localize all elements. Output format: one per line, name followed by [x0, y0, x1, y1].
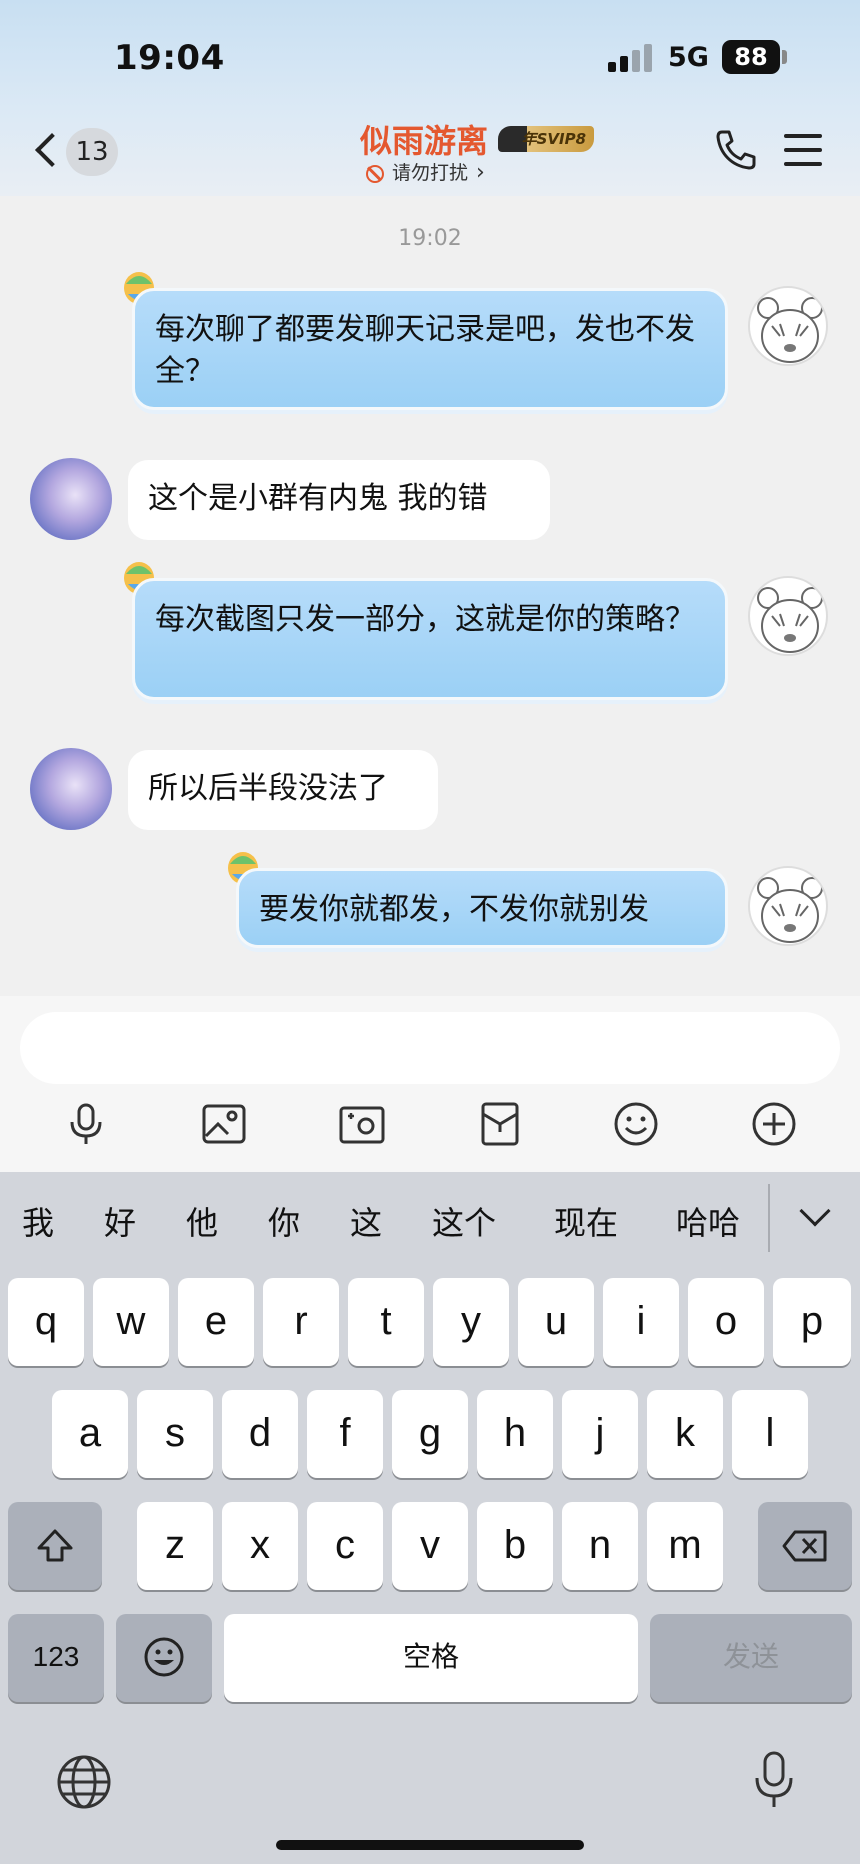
message-bubble-incoming[interactable]: 这个是小群有内鬼 我的错 [128, 460, 550, 540]
message-timestamp: 19:02 [398, 226, 462, 251]
key-j[interactable]: j [562, 1390, 638, 1478]
key-e[interactable]: e [178, 1278, 254, 1366]
contact-avatar[interactable] [30, 458, 112, 540]
candidate-word[interactable]: 我 [22, 1198, 54, 1244]
my-avatar[interactable] [748, 286, 828, 366]
candidate-word[interactable]: 他 [186, 1198, 218, 1244]
candidate-word[interactable]: 这 [350, 1198, 382, 1244]
key-k[interactable]: k [647, 1390, 723, 1478]
microphone-icon[interactable] [62, 1100, 110, 1148]
key-n[interactable]: n [562, 1502, 638, 1590]
bear-avatar-icon [757, 297, 823, 363]
do-not-disturb-status[interactable]: 请勿打扰 › [366, 160, 485, 186]
key-g[interactable]: g [392, 1390, 468, 1478]
key-r[interactable]: r [263, 1278, 339, 1366]
message-text: 每次截图只发一部分，这就是你的策略？ [155, 602, 695, 637]
numbers-key[interactable]: 123 [8, 1614, 104, 1702]
status-time: 19:04 [114, 38, 225, 78]
backspace-icon [782, 1530, 827, 1562]
plus-icon[interactable] [750, 1100, 798, 1148]
home-indicator [276, 1840, 584, 1850]
key-b[interactable]: b [477, 1502, 553, 1590]
message-text: 每次聊了都要发聊天记录是吧，发也不发全？ [155, 312, 695, 389]
keyboard: 我 好 他 你 这 这个 现在 哈哈 q w e r t y u i o p a… [0, 1172, 860, 1864]
menu-button[interactable] [784, 132, 824, 168]
battery-level: 88 [722, 40, 780, 74]
chat-title: 似雨游离 [360, 122, 489, 160]
do-not-disturb-icon [366, 164, 384, 183]
candidate-word[interactable]: 这个 [432, 1198, 496, 1244]
back-button[interactable]: 13 [30, 124, 120, 180]
key-c[interactable]: c [307, 1502, 383, 1590]
key-u[interactable]: u [518, 1278, 594, 1366]
chat-title-area[interactable]: 似雨游离 年SVIP8 [360, 116, 660, 160]
message-bubble-outgoing[interactable]: 每次聊了都要发聊天记录是吧，发也不发全？ [132, 288, 728, 410]
key-z[interactable]: z [137, 1502, 213, 1590]
message-bubble-outgoing[interactable]: 要发你就都发，不发你就别发 [236, 868, 728, 948]
key-t[interactable]: t [348, 1278, 424, 1366]
chevron-left-icon [35, 133, 69, 167]
shift-icon [37, 1529, 73, 1562]
key-v[interactable]: v [392, 1502, 468, 1590]
composer [0, 996, 860, 1172]
emoji-icon[interactable] [612, 1100, 660, 1148]
delete-key[interactable] [758, 1502, 852, 1590]
key-w[interactable]: w [93, 1278, 169, 1366]
message-text: 要发你就都发，不发你就别发 [259, 892, 649, 927]
key-s[interactable]: s [137, 1390, 213, 1478]
vip-badge: 年SVIP8 [498, 126, 595, 152]
candidate-word[interactable]: 你 [268, 1198, 300, 1244]
key-x[interactable]: x [222, 1502, 298, 1590]
key-d[interactable]: d [222, 1390, 298, 1478]
emoji-key[interactable] [116, 1614, 212, 1702]
message-text: 这个是小群有内鬼 我的错 [148, 481, 488, 516]
bear-avatar-icon [757, 877, 823, 943]
red-packet-icon[interactable] [476, 1100, 524, 1148]
dictation-microphone-icon[interactable] [752, 1750, 796, 1810]
key-p[interactable]: p [773, 1278, 851, 1366]
camera-icon[interactable] [338, 1100, 386, 1148]
chevron-down-icon[interactable] [799, 1195, 831, 1227]
space-key[interactable]: 空格 [224, 1614, 638, 1702]
candidate-word[interactable]: 现在 [554, 1198, 618, 1244]
key-i[interactable]: i [603, 1278, 679, 1366]
emoji-icon [144, 1637, 184, 1677]
bear-avatar-icon [757, 587, 823, 653]
message-text: 所以后半段没法了 [148, 771, 388, 806]
my-avatar[interactable] [748, 576, 828, 656]
key-l[interactable]: l [732, 1390, 808, 1478]
candidate-word[interactable]: 哈哈 [676, 1198, 740, 1244]
my-avatar[interactable] [748, 866, 828, 946]
key-h[interactable]: h [477, 1390, 553, 1478]
signal-icon [608, 44, 656, 72]
candidate-divider [768, 1184, 770, 1252]
subtitle-label: 请勿打扰 [392, 162, 469, 184]
message-bubble-outgoing[interactable]: 每次截图只发一部分，这就是你的策略？ [132, 578, 728, 700]
unread-count-badge: 13 [66, 128, 118, 176]
network-type: 5G [668, 42, 709, 73]
chevron-right-icon: › [476, 160, 485, 185]
battery-icon [782, 50, 787, 64]
message-list[interactable]: 19:02 每次聊了都要发聊天记录是吧，发也不发全？ 这个是小群有内鬼 我的错 … [0, 196, 860, 996]
key-m[interactable]: m [647, 1502, 723, 1590]
image-icon[interactable] [200, 1100, 248, 1148]
key-o[interactable]: o [688, 1278, 764, 1366]
send-key[interactable]: 发送 [650, 1614, 852, 1702]
key-a[interactable]: a [52, 1390, 128, 1478]
message-bubble-incoming[interactable]: 所以后半段没法了 [128, 750, 438, 830]
globe-icon[interactable] [56, 1754, 112, 1810]
phone-icon[interactable] [712, 126, 760, 174]
key-f[interactable]: f [307, 1390, 383, 1478]
top-bar: 19:04 5G 88 13 似雨游离 年SVIP8 请勿打扰 › [0, 0, 860, 196]
key-y[interactable]: y [433, 1278, 509, 1366]
key-q[interactable]: q [8, 1278, 84, 1366]
contact-avatar[interactable] [30, 748, 112, 830]
shift-key[interactable] [8, 1502, 102, 1590]
candidate-word[interactable]: 好 [104, 1198, 136, 1244]
message-input[interactable] [20, 1012, 840, 1084]
